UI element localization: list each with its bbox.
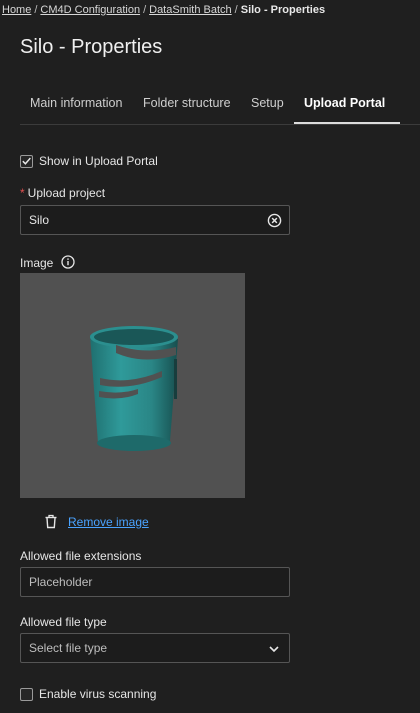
allowed-file-type-placeholder: Select file type [29, 641, 108, 655]
breadcrumb-current: Silo - Properties [240, 4, 326, 16]
close-circle-icon[interactable] [267, 213, 282, 228]
virus-scanning-label: Enable virus scanning [39, 687, 157, 701]
breadcrumb-separator: / [143, 4, 147, 16]
allowed-extensions-placeholder: Placeholder [29, 575, 93, 589]
image-label: Image [20, 255, 75, 270]
remove-image-row: Remove image [44, 514, 149, 529]
breadcrumb-link-cm4d-configuration[interactable]: CM4D Configuration [40, 4, 140, 16]
allowed-file-type-label: Allowed file type [20, 615, 107, 629]
breadcrumb-separator: / [34, 4, 38, 16]
trash-icon[interactable] [44, 514, 58, 529]
page-title: Silo - Properties [20, 36, 163, 58]
tab-upload-portal[interactable]: Upload Portal [304, 96, 385, 110]
virus-scanning-row: Enable virus scanning [20, 687, 156, 701]
info-icon[interactable] [61, 255, 75, 269]
check-icon [22, 157, 31, 165]
virus-scanning-checkbox[interactable] [20, 687, 33, 701]
tab-bar: Main information Folder structure Setup … [20, 86, 420, 125]
upload-project-label: * Upload project [20, 186, 105, 200]
breadcrumb-link-datasmith-batch[interactable]: DataSmith Batch [149, 4, 232, 16]
image-label-text: Image [20, 256, 54, 270]
silo-model-image [90, 326, 178, 451]
show-in-portal-row: Show in Upload Portal [20, 154, 158, 168]
chevron-down-icon [269, 646, 279, 653]
allowed-file-type-select[interactable]: Select file type [20, 633, 290, 663]
breadcrumb: Home / CM4D Configuration / DataSmith Batch /… [2, 4, 325, 16]
allowed-extensions-label: Allowed file extensions [20, 549, 142, 563]
tab-main-information[interactable]: Main information [30, 96, 122, 110]
remove-image-link[interactable]: Remove image [68, 515, 149, 529]
upload-project-label-text: Upload project [27, 186, 106, 200]
show-in-portal-checkbox[interactable] [20, 154, 33, 168]
image-preview [20, 273, 245, 498]
tab-folder-structure[interactable]: Folder structure [143, 96, 231, 110]
allowed-extensions-input[interactable]: Placeholder [20, 567, 290, 597]
required-marker: * [20, 186, 25, 200]
upload-project-value: Silo [29, 213, 50, 227]
upload-project-input[interactable]: Silo [20, 205, 290, 235]
show-in-portal-label: Show in Upload Portal [39, 154, 158, 168]
breadcrumb-separator: / [234, 4, 238, 16]
active-tab-indicator [294, 122, 400, 124]
tab-setup[interactable]: Setup [251, 96, 284, 110]
breadcrumb-link-home[interactable]: Home [2, 4, 31, 16]
